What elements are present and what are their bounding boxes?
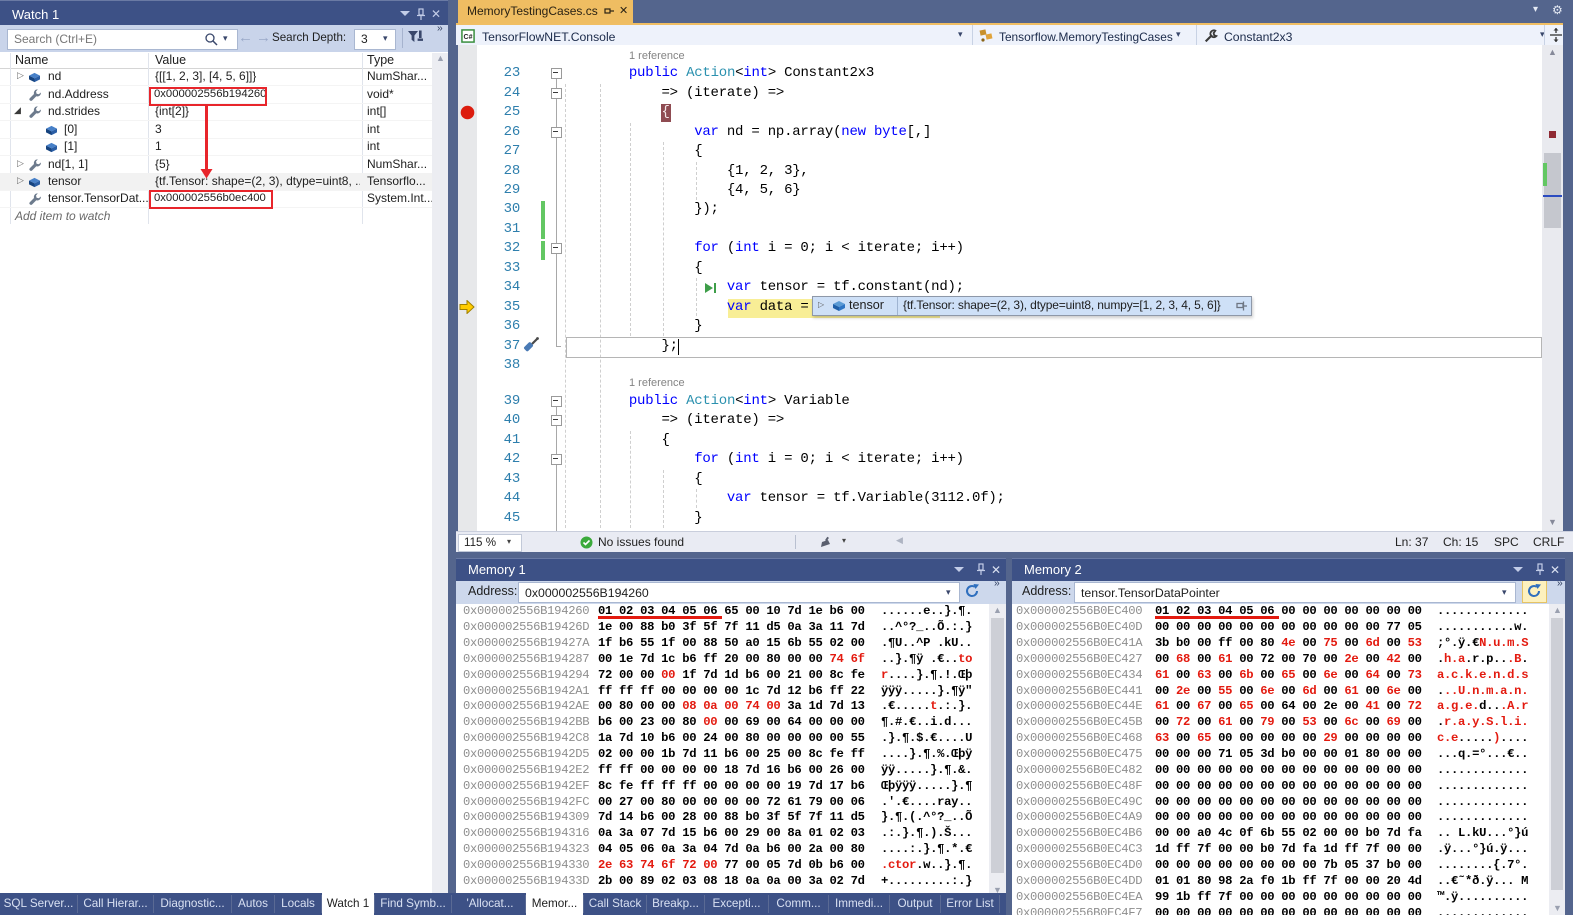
svg-text:C#: C# [464,34,473,41]
